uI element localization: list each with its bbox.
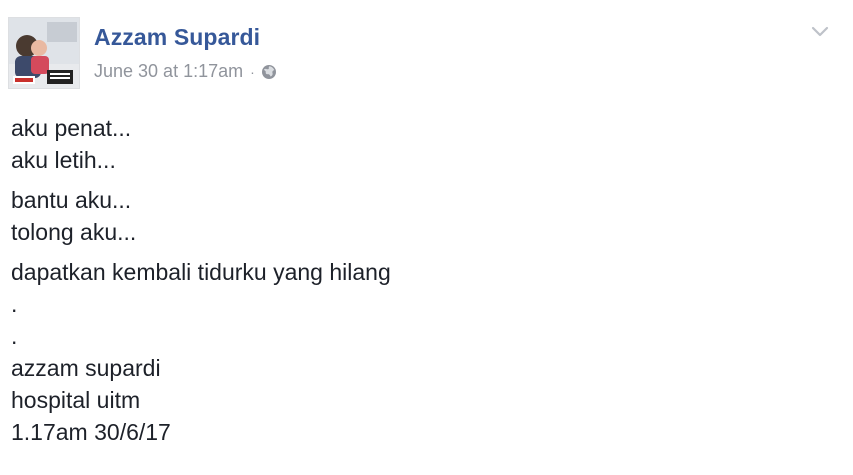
globe-icon[interactable] [261,64,277,80]
post-line: hospital uitm [11,387,141,413]
post-line: 1.17am 30/6/17 [11,419,171,445]
post-line: dapatkan kembali tidurku yang hilang [11,259,391,285]
post-line: aku penat... [11,115,132,141]
post-line: . [11,291,18,317]
paragraph: bantu aku... tolong aku... [11,184,831,248]
post-line: aku letih... [11,147,116,173]
post-timestamp[interactable]: June 30 at 1:17am [94,61,243,82]
avatar-photo [9,18,79,88]
post-body: aku penat... aku letih... bantu aku... t… [11,112,831,448]
post-header: Azzam Supardi June 30 at 1:17am · [8,14,843,89]
meta-separator: · [250,63,255,80]
facebook-post: Azzam Supardi June 30 at 1:17am · aku pe… [0,0,853,475]
paragraph: dapatkan kembali tidurku yang hilang . .… [11,256,831,448]
chevron-down-icon[interactable] [809,20,831,42]
post-line: bantu aku... [11,187,132,213]
post-meta: June 30 at 1:17am · [94,61,277,82]
post-line: . [11,323,18,349]
post-line: tolong aku... [11,219,137,245]
author-name[interactable]: Azzam Supardi [94,24,260,51]
avatar[interactable] [8,17,80,89]
paragraph: aku penat... aku letih... [11,112,831,176]
post-line: azzam supardi [11,355,161,381]
